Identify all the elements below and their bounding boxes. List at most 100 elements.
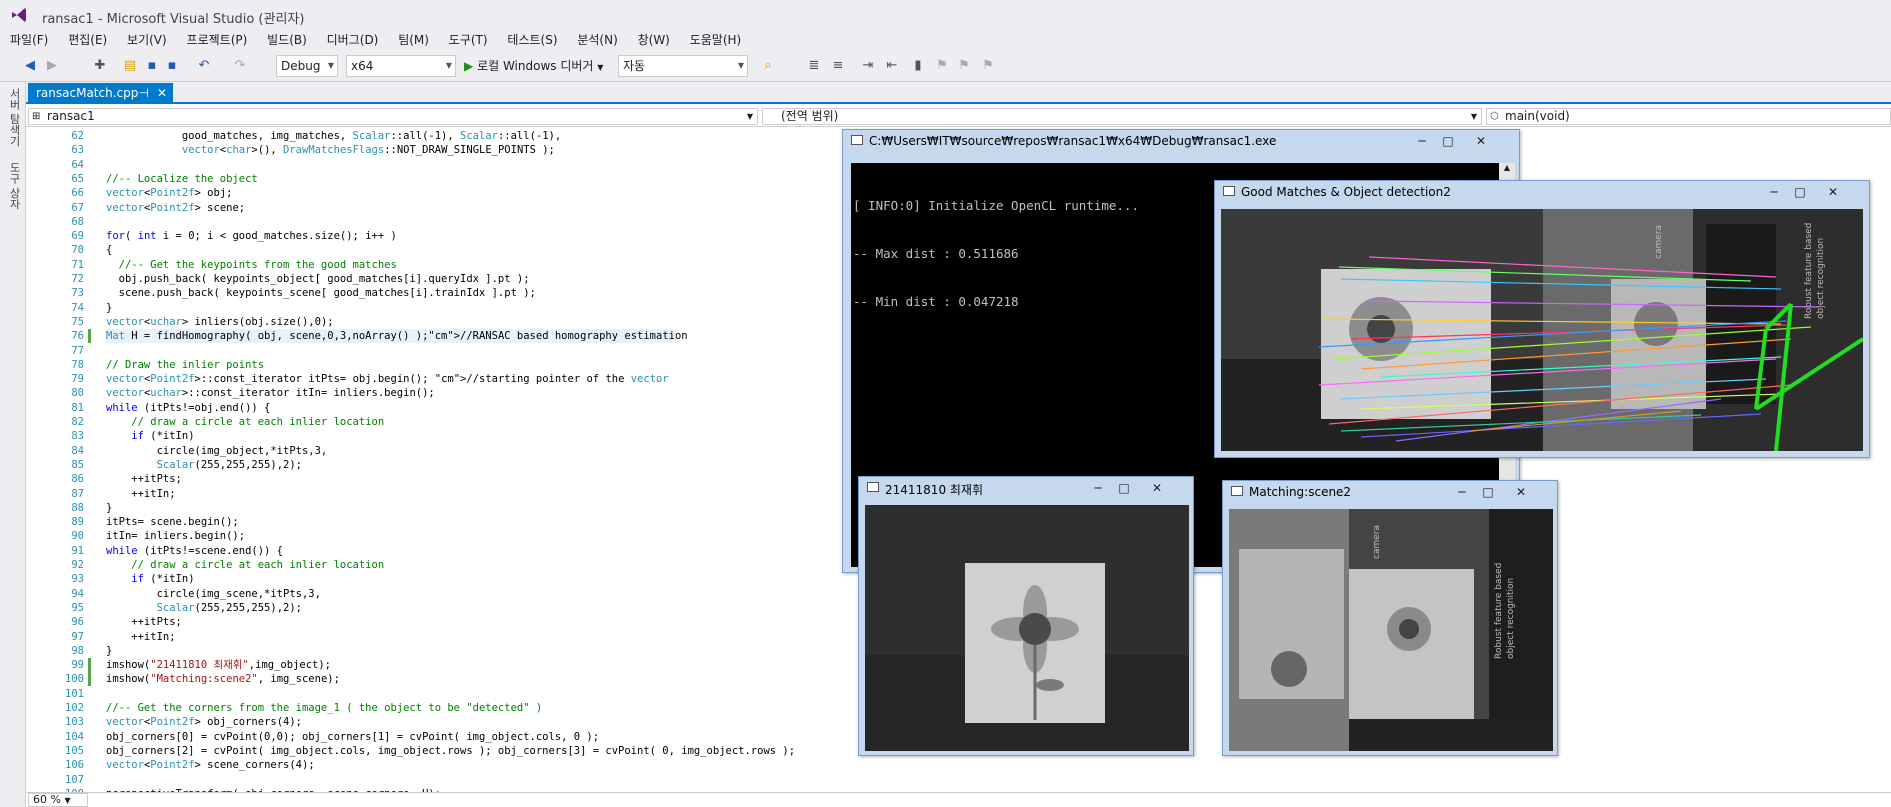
menu-test[interactable]: 테스트(S) <box>501 30 563 50</box>
indent-icon[interactable]: ⇥ <box>860 58 876 74</box>
redo-icon[interactable]: ↷ <box>232 58 248 74</box>
scroll-up-icon[interactable]: ▲ <box>1499 163 1515 172</box>
code-line[interactable]: obj.push_back( keypoints_object[ good_ma… <box>106 272 530 286</box>
code-line[interactable]: // Draw the inlier points <box>106 358 264 372</box>
code-line[interactable]: Mat H = findHomography( obj, scene,0,3,n… <box>106 329 688 343</box>
run-mode-select[interactable]: 자동 ▼ <box>618 55 748 77</box>
minimize-button[interactable]: ─ <box>1085 480 1111 496</box>
code-line[interactable]: obj_corners[2] = cvPoint( img_object.col… <box>106 744 795 758</box>
uncomment-icon[interactable]: ≡ <box>830 58 846 74</box>
menu-debug[interactable]: 디버그(D) <box>321 30 385 50</box>
good-matches-window[interactable]: Good Matches & Object detection2 ─ □ ✕ Rob… <box>1214 180 1870 458</box>
next-bookmark-icon[interactable]: ⚑ <box>956 58 972 74</box>
code-line[interactable]: { <box>106 243 112 257</box>
code-line[interactable]: circle(img_object,*itPts,3, <box>106 444 328 458</box>
code-line[interactable]: scene.push_back( keypoints_scene[ good_m… <box>106 286 536 300</box>
code-line[interactable]: } <box>106 301 112 315</box>
close-icon[interactable]: ✕ <box>157 83 167 104</box>
pin-icon[interactable]: ⊣ <box>139 83 149 104</box>
comment-icon[interactable]: ≣ <box>806 58 822 74</box>
code-line[interactable]: ++itPts; <box>106 472 182 486</box>
member-dropdown[interactable]: ⬡ main(void) <box>1486 108 1891 125</box>
code-line[interactable]: // draw a circle at each inlier location <box>106 415 384 429</box>
platform-select[interactable]: x64 ▼ <box>346 55 456 77</box>
code-line[interactable]: } <box>106 644 112 658</box>
scene-window[interactable]: Matching:scene2 ─ □ ✕ Robust feature based… <box>1222 480 1558 756</box>
new-project-icon[interactable]: ✚ <box>92 58 108 74</box>
server-explorer-tab[interactable]: 서버 탐색기 <box>6 88 22 147</box>
code-line[interactable]: Scalar(255,255,255),2); <box>106 458 302 472</box>
menu-help[interactable]: 도움말(H) <box>684 30 748 50</box>
menu-build[interactable]: 빌드(B) <box>261 30 313 50</box>
forward-icon[interactable]: ▶ <box>44 58 60 74</box>
code-line[interactable]: //-- Localize the object <box>106 172 258 186</box>
minimize-button[interactable]: ─ <box>1761 184 1787 200</box>
code-line[interactable]: vector<uchar>::const_iterator itIn= inli… <box>106 386 435 400</box>
save-icon[interactable]: ▪ <box>144 58 160 74</box>
save-all-icon[interactable]: ▪ <box>164 58 180 74</box>
clear-bookmarks-icon[interactable]: ⚑ <box>980 58 996 74</box>
code-line[interactable]: if (*itIn) <box>106 429 194 443</box>
start-debugging-button[interactable]: ▶ 로컬 Windows 디버거 ▼ <box>464 56 603 78</box>
code-line[interactable]: ++itIn; <box>106 487 175 501</box>
code-line[interactable]: vector<Point2f> scene; <box>106 201 245 215</box>
code-line[interactable]: vector<uchar> inliers(obj.size(),0); <box>106 315 334 329</box>
menu-file[interactable]: 파일(F) <box>4 30 54 50</box>
menu-analyze[interactable]: 분석(N) <box>571 30 623 50</box>
code-line[interactable]: vector<Point2f> obj_corners(4); <box>106 715 302 729</box>
zoom-select[interactable]: 60 % ▼ <box>28 793 88 807</box>
code-line[interactable]: vector<Point2f> obj; <box>106 186 232 200</box>
code-line[interactable]: Scalar(255,255,255),2); <box>106 601 302 615</box>
minimize-button[interactable]: ─ <box>1449 484 1475 500</box>
open-file-icon[interactable]: ▤ <box>122 58 138 74</box>
code-line[interactable]: obj_corners[0] = cvPoint(0,0); obj_corne… <box>106 730 599 744</box>
solution-configuration-select[interactable]: Debug ▼ <box>276 55 338 77</box>
minimize-button[interactable]: ─ <box>1409 133 1435 149</box>
maximize-button[interactable]: □ <box>1111 480 1137 496</box>
undo-icon[interactable]: ↶ <box>196 58 212 74</box>
code-line[interactable]: // draw a circle at each inlier location <box>106 558 384 572</box>
code-line[interactable]: vector<Point2f> scene_corners(4); <box>106 758 315 772</box>
code-line[interactable]: good_matches, img_matches, Scalar::all(-… <box>106 129 561 143</box>
code-line[interactable]: //-- Get the corners from the image_1 ( … <box>106 701 542 715</box>
code-line[interactable]: imshow("Matching:scene2", img_scene); <box>106 672 340 686</box>
object-window[interactable]: 21411810 최재휘 ─ □ ✕ <box>858 476 1194 756</box>
code-line[interactable]: //-- Get the keypoints from the good mat… <box>106 258 397 272</box>
scope-dropdown[interactable]: (전역 범위) ▼ <box>762 108 1482 125</box>
maximize-button[interactable]: □ <box>1435 133 1461 149</box>
menu-tools[interactable]: 도구(T) <box>443 30 494 50</box>
code-line[interactable]: for( int i = 0; i < good_matches.size();… <box>106 229 397 243</box>
code-line[interactable]: vector<Point2f>::const_iterator itPts= o… <box>106 372 669 386</box>
code-line[interactable]: circle(img_scene,*itPts,3, <box>106 587 321 601</box>
code-line[interactable]: } <box>106 501 112 515</box>
code-line[interactable]: ++itIn; <box>106 630 175 644</box>
code-line[interactable]: ++itPts; <box>106 615 182 629</box>
code-line[interactable]: while (itPts!=scene.end()) { <box>106 544 283 558</box>
code-line[interactable]: while (itPts!=obj.end()) { <box>106 401 270 415</box>
close-button[interactable]: ✕ <box>1813 184 1853 200</box>
close-button[interactable]: ✕ <box>1137 480 1177 496</box>
menu-window[interactable]: 창(W) <box>632 30 676 50</box>
tab-ransacmatch-cpp[interactable]: ransacMatch.cpp ⊣ ✕ <box>28 83 173 104</box>
maximize-button[interactable]: □ <box>1787 184 1813 200</box>
find-in-files-icon[interactable]: ⌕ <box>760 58 776 74</box>
project-dropdown[interactable]: ⊞ ransac1 ▼ <box>28 108 758 125</box>
code-line[interactable]: itPts= scene.begin(); <box>106 515 239 529</box>
code-line[interactable]: vector<char>(), DrawMatchesFlags::NOT_DR… <box>106 143 555 157</box>
toolbox-tab[interactable]: 도구 상자 <box>6 162 22 210</box>
close-button[interactable]: ✕ <box>1461 133 1501 149</box>
menu-edit[interactable]: 편집(E) <box>62 30 113 50</box>
menu-team[interactable]: 팀(M) <box>392 30 435 50</box>
maximize-button[interactable]: □ <box>1475 484 1501 500</box>
prev-bookmark-icon[interactable]: ⚑ <box>934 58 950 74</box>
outdent-icon[interactable]: ⇤ <box>884 58 900 74</box>
close-button[interactable]: ✕ <box>1501 484 1541 500</box>
menu-view[interactable]: 보기(V) <box>121 30 173 50</box>
code-line[interactable]: itIn= inliers.begin(); <box>106 529 245 543</box>
menu-project[interactable]: 프로젝트(P) <box>181 30 254 50</box>
bookmark-icon[interactable]: ▮ <box>910 58 926 74</box>
code-line[interactable]: if (*itIn) <box>106 572 194 586</box>
code-line[interactable]: imshow("21411810 최재휘",img_object); <box>106 658 331 672</box>
back-icon[interactable]: ◀ <box>22 58 38 74</box>
chevron-down-icon: ▼ <box>64 796 71 805</box>
